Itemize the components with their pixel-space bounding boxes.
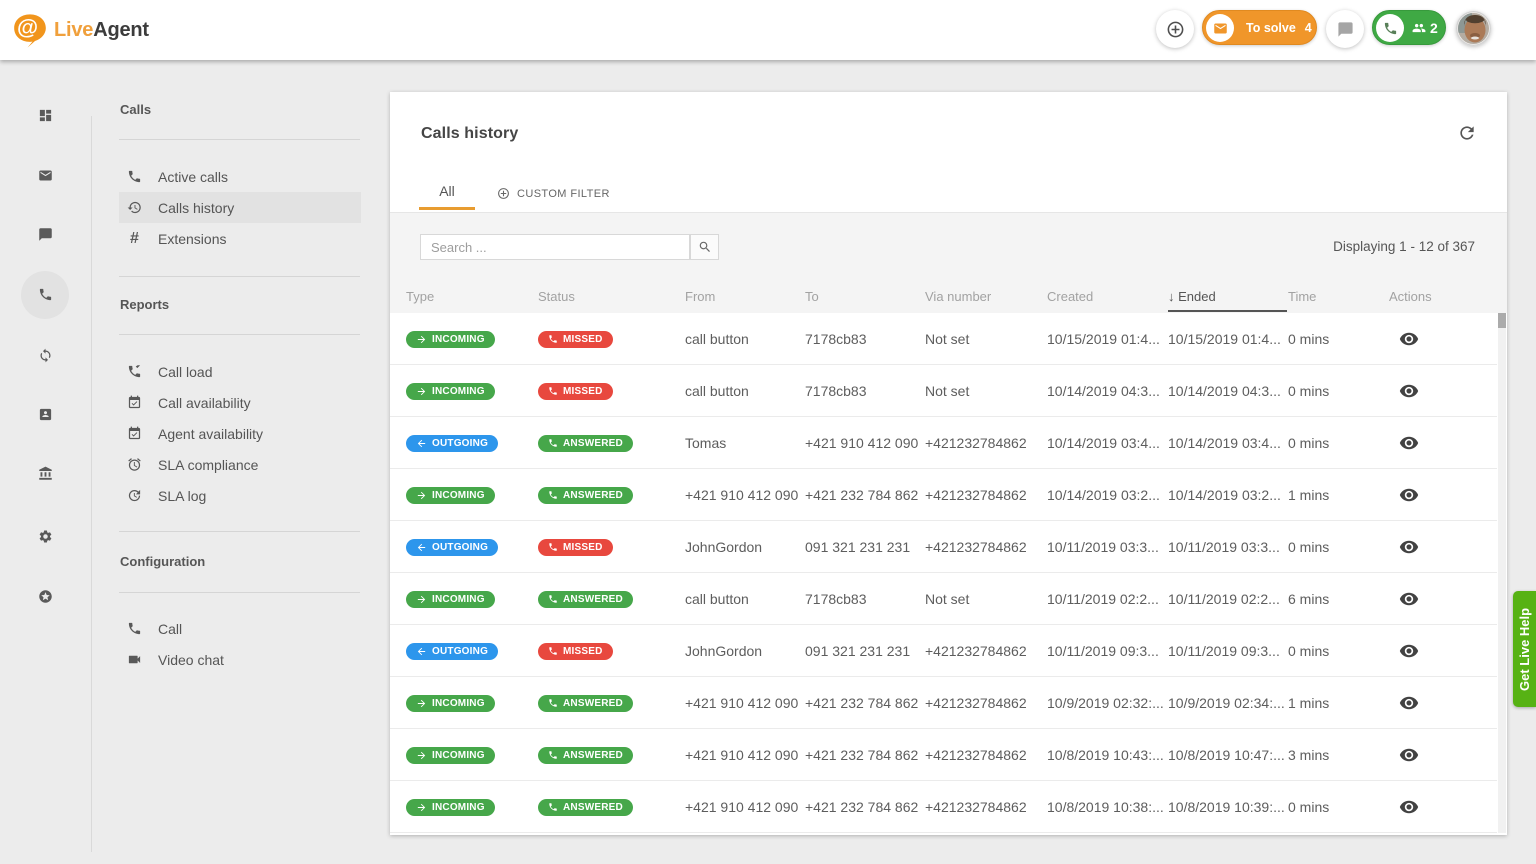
- svg-text:@: @: [17, 14, 38, 39]
